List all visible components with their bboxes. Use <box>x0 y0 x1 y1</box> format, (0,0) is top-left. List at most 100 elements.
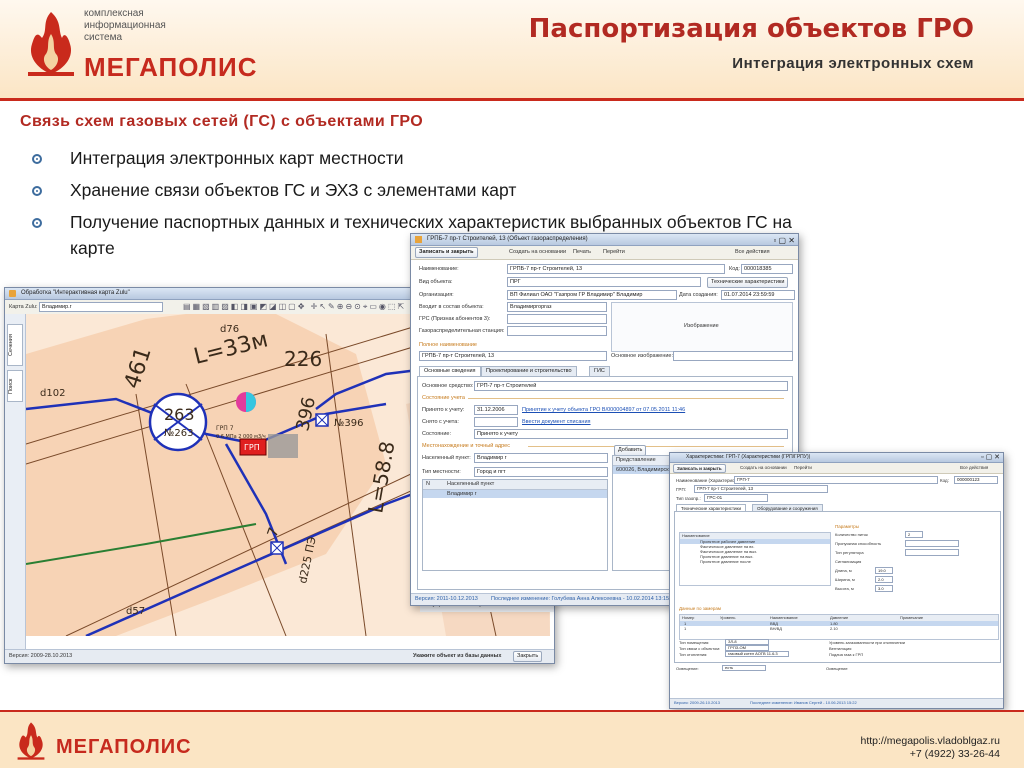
section-title: Связь схем газовых сетей (ГС) с объектам… <box>20 113 424 130</box>
basis-field[interactable]: ГРП-7 пр-т Строителей <box>474 381 788 391</box>
char-obj-label: ГРП: <box>676 487 686 492</box>
org-label: Организация: <box>419 292 454 298</box>
label-spec: 0.6 МПа 2 000 м3/ч <box>216 434 266 440</box>
settlement-table[interactable]: N Населенный пункт Владимир г <box>422 479 608 571</box>
name-label: Наименование: <box>419 266 459 272</box>
settlement-label: Населенный пункт: <box>422 455 471 461</box>
col-n: N <box>426 481 430 487</box>
accepted-link[interactable]: Принятие к учету объекта ГРО В/000004897… <box>522 407 685 413</box>
basis-label: Основное средство: <box>422 383 474 389</box>
type-field[interactable]: ПРГ <box>507 277 701 287</box>
pressure-table[interactable]: Наименование Проектное рабочее давление … <box>679 532 831 586</box>
tab-main-info[interactable]: Основные сведения <box>419 366 481 376</box>
passport-title: ГРПБ-7 пр-т Строителей, 13 (Объект газор… <box>427 236 588 242</box>
app-icon <box>9 290 16 297</box>
bullet-icon <box>32 186 42 196</box>
logo-system-text: комплексная информационная система <box>84 8 166 43</box>
date-label: Дата создания: <box>679 292 718 298</box>
fullname-field[interactable]: ГРПБ-7 пр-т Строителей, 13 <box>419 351 607 361</box>
label-d102: d102 <box>40 388 65 399</box>
label-grp7: ГРП 7 <box>216 425 234 432</box>
create-based-menu[interactable]: Создать на основании <box>509 249 566 255</box>
char-obj-field[interactable]: ГРП-7 пр-т Строителей, 13 <box>694 485 828 493</box>
char-create-menu[interactable]: Создать на основании <box>740 465 787 470</box>
char-panel: Наименование Проектное рабочее давление … <box>674 511 1001 663</box>
label-226: 226 <box>284 347 322 371</box>
slide-subtitle: Интеграция электронных схем <box>732 55 974 72</box>
window-controls-icon[interactable]: ▫ ▢ ✕ <box>981 453 1000 462</box>
flame-logo-icon <box>28 12 74 76</box>
char-code-field[interactable]: 000000123 <box>954 476 998 484</box>
params-section: Параметры <box>835 524 859 529</box>
site-link[interactable]: http://megapolis.vladoblgaz.ru <box>861 735 1001 748</box>
slide-header: комплексная информационная система МЕГАП… <box>0 0 1024 100</box>
char-goto-menu[interactable]: Перейти <box>794 465 812 470</box>
settlement-type-field[interactable]: Город и пгт <box>474 467 608 477</box>
image-box[interactable]: Изображение <box>611 302 793 352</box>
grs-field[interactable] <box>507 314 607 324</box>
name-field[interactable]: ГРПБ-7 пр-т Строителей, 13 <box>507 264 725 274</box>
main-image-field[interactable] <box>673 351 793 361</box>
goto-menu[interactable]: Перейти <box>603 249 625 255</box>
header-divider <box>0 98 1024 101</box>
all-actions-menu[interactable]: Все действия <box>735 249 770 255</box>
bullet-icon <box>32 218 42 228</box>
char-all-actions[interactable]: Все действия <box>960 465 988 470</box>
exchange-field[interactable] <box>507 326 607 336</box>
characteristics-titlebar[interactable]: Характеристики: ГРП-7 (Характеристики (Г… <box>670 453 1003 463</box>
save-close-button[interactable]: Записать и закрыть <box>415 247 478 258</box>
char-name-field[interactable]: ГРП-7 <box>734 476 938 484</box>
passport-titlebar[interactable]: ГРПБ-7 пр-т Строителей, 13 (Объект газор… <box>411 234 798 246</box>
map-close-button[interactable]: Закрыть <box>513 651 543 662</box>
bullet-icon <box>32 154 42 164</box>
char-type-field[interactable]: ГРС-01 <box>704 494 768 502</box>
side-tab-search[interactable]: Поиск <box>7 370 23 402</box>
flame-logo-icon <box>17 722 45 760</box>
written-off-field[interactable] <box>474 417 518 427</box>
type-label: Вид объекта: <box>419 279 453 285</box>
map-tool-icons[interactable]: ▤▦▧▥▨◧◨▣◩◪◫▢✥ ✛↖✎⊕⊖⊙⌖▭◉⬚⇱ <box>183 302 406 312</box>
map-status-hint: Укажите объект из базы данных <box>413 653 502 659</box>
passport-toolbar: Записать и закрыть Создать на основании … <box>411 246 798 260</box>
map-statusbar: Версия: 2009-28.10.2013 Укажите объект и… <box>5 649 554 663</box>
condition-label: Состояние: <box>422 431 451 437</box>
side-tab-sections[interactable]: Сечения <box>7 324 23 366</box>
char-extra-rows: Освещение: есть Освещение <box>676 665 848 671</box>
characteristics-toolbar: Записать и закрыть Создать на основании … <box>670 463 1003 474</box>
condition-field[interactable]: Принято к учету <box>474 429 788 439</box>
measurements-grid[interactable]: Номер Уровень Наименование Давление Прим… <box>679 614 999 640</box>
state-section: Состояние учета <box>422 395 465 401</box>
window-controls-icon[interactable]: ▫ ▢ ✕ <box>773 235 795 245</box>
print-menu[interactable]: Печать <box>573 249 591 255</box>
label-no396: №396 <box>334 418 364 429</box>
tab-gis[interactable]: ГИС <box>589 366 610 376</box>
org-field[interactable]: ВП Филиал ОАО "Газпром ГР Владимир" Влад… <box>507 290 677 300</box>
contact-info: http://megapolis.vladoblgaz.ru +7 (4922)… <box>861 735 1001 761</box>
table-row[interactable]: Проектное давление после <box>680 559 830 564</box>
accepted-field[interactable]: 31.12.2006 <box>474 405 518 415</box>
phone-number: +7 (4922) 33-26-44 <box>909 748 1000 760</box>
slide-title: Паспортизация объектов ГРО <box>528 14 974 44</box>
tech-characteristics-button[interactable]: Технические характеристики <box>707 277 789 288</box>
accepted-label: Принято к учету: <box>422 407 465 413</box>
date-field[interactable]: 01.07.2014 23:59:59 <box>721 290 795 300</box>
written-off-link[interactable]: Ввести документ списания <box>522 419 591 425</box>
label-grp: ГРП <box>244 443 260 452</box>
map-select[interactable]: Владимир.г <box>39 302 163 312</box>
table-row[interactable]: 1 ВН/ВД 2.10 <box>680 626 998 631</box>
char-save-close-button[interactable]: Записать и закрыть <box>673 464 726 473</box>
footer-logo-name: МЕГАПОЛИС <box>56 736 192 758</box>
tab-design-build[interactable]: Проектирование и строительство <box>481 366 577 376</box>
table-row[interactable]: Владимир г <box>423 490 607 498</box>
included-field[interactable]: Владимиргоргаз <box>507 302 607 312</box>
settlement-type-label: Тип местности: <box>422 469 461 475</box>
code-field[interactable]: 000018385 <box>741 264 793 274</box>
code-label: Код: <box>729 266 740 272</box>
written-off-label: Снято с учета: <box>422 419 459 425</box>
map-version: Версия: 2009-28.10.2013 <box>9 653 73 659</box>
settlement-field[interactable]: Владимир г <box>474 453 608 463</box>
grs-label: ГРС (Признак абонентов 3): <box>419 316 491 322</box>
characteristics-window[interactable]: Характеристики: ГРП-7 (Характеристики (Г… <box>669 452 1004 709</box>
exchange-label: Газораспределительная станция: <box>419 328 505 334</box>
fullname-section: Полное наименование <box>419 342 477 348</box>
